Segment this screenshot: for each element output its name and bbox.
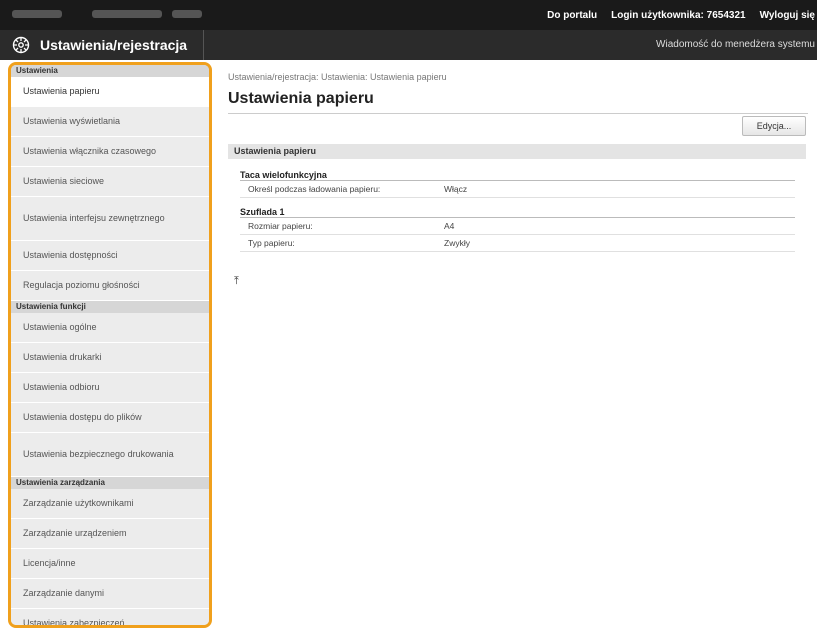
- login-label: Login użytkownika:: [611, 9, 704, 21]
- logout-link[interactable]: Wyloguj się: [760, 10, 815, 21]
- setting-row: Określ podczas ładowania papieru: Włącz: [240, 181, 795, 198]
- breadcrumb: Ustawienia/rejestracja: Ustawienia: Usta…: [228, 72, 447, 82]
- setting-row: Rozmiar papieru: A4: [240, 218, 795, 235]
- blurred-text: [172, 10, 202, 18]
- sidebar-item-accessibility[interactable]: Ustawienia dostępności: [11, 241, 209, 271]
- sidebar: Ustawienia Ustawienia papieru Ustawienia…: [8, 62, 212, 628]
- setting-key: Typ papieru:: [248, 238, 295, 248]
- edit-button[interactable]: Edycja...: [742, 116, 806, 136]
- app-title: Ustawienia/rejestracja: [40, 37, 188, 53]
- blurred-text: [92, 10, 162, 18]
- portal-link[interactable]: Do portalu: [547, 10, 597, 21]
- sidebar-item-general-settings[interactable]: Ustawienia ogólne: [11, 313, 209, 343]
- top-links: Do portalu Login użytkownika: 7654321 Wy…: [547, 0, 817, 30]
- group-title: Szuflada 1: [240, 206, 795, 218]
- login-user: 7654321: [706, 9, 746, 21]
- sidebar-item-secure-print[interactable]: Ustawienia bezpiecznego drukowania: [11, 433, 209, 477]
- group-multipurpose-tray: Taca wielofunkcyjna Określ podczas ładow…: [240, 169, 795, 198]
- setting-value: A4: [444, 221, 455, 231]
- section-header: Ustawienia papieru: [228, 144, 806, 159]
- sidebar-item-license-other[interactable]: Licencja/inne: [11, 549, 209, 579]
- sidebar-item-paper-settings[interactable]: Ustawienia papieru: [11, 77, 209, 107]
- sidebar-item-receive-settings[interactable]: Ustawienia odbioru: [11, 373, 209, 403]
- blurred-text: [12, 10, 62, 18]
- sidebar-item-user-management[interactable]: Zarządzanie użytkownikami: [11, 489, 209, 519]
- setting-key: Rozmiar papieru:: [248, 221, 313, 231]
- sidebar-item-external-interface[interactable]: Ustawienia interfejsu zewnętrznego: [11, 197, 209, 241]
- page-title: Ustawienia papieru: [228, 90, 808, 114]
- top-bar: Do portalu Login użytkownika: 7654321 Wy…: [0, 0, 817, 30]
- sidebar-item-timer-settings[interactable]: Ustawienia włącznika czasowego: [11, 137, 209, 167]
- group-drawer-1: Szuflada 1 Rozmiar papieru: A4 Typ papie…: [240, 206, 795, 252]
- sidebar-item-device-management[interactable]: Zarządzanie urządzeniem: [11, 519, 209, 549]
- sidebar-item-security-settings[interactable]: Ustawienia zabezpieczeń: [11, 609, 209, 625]
- login-info: Login użytkownika: 7654321: [611, 10, 746, 21]
- sidebar-section-settings: Ustawienia: [11, 65, 209, 77]
- sidebar-section-management: Ustawienia zarządzania: [11, 477, 209, 489]
- back-to-top-icon[interactable]: ⤒: [234, 275, 239, 288]
- sidebar-section-function-settings: Ustawienia funkcji: [11, 301, 209, 313]
- sidebar-item-volume[interactable]: Regulacja poziomu głośności: [11, 271, 209, 301]
- message-to-manager-link[interactable]: Wiadomość do menedżera systemu: [656, 30, 815, 60]
- sidebar-item-display-settings[interactable]: Ustawienia wyświetlania: [11, 107, 209, 137]
- sidebar-item-network-settings[interactable]: Ustawienia sieciowe: [11, 167, 209, 197]
- setting-value: Zwykły: [444, 238, 470, 248]
- title-bar: Ustawienia/rejestracja Wiadomość do mene…: [0, 30, 817, 60]
- sidebar-item-printer-settings[interactable]: Ustawienia drukarki: [11, 343, 209, 373]
- setting-key: Określ podczas ładowania papieru:: [248, 184, 381, 194]
- divider: [203, 30, 204, 60]
- setting-row: Typ papieru: Zwykły: [240, 235, 795, 252]
- main-content: Ustawienia/rejestracja: Ustawienia: Usta…: [228, 64, 808, 287]
- sidebar-item-data-management[interactable]: Zarządzanie danymi: [11, 579, 209, 609]
- setting-value: Włącz: [444, 184, 468, 194]
- group-title: Taca wielofunkcyjna: [240, 169, 795, 181]
- sidebar-item-file-access[interactable]: Ustawienia dostępu do plików: [11, 403, 209, 433]
- settings-gear-icon: [12, 36, 30, 54]
